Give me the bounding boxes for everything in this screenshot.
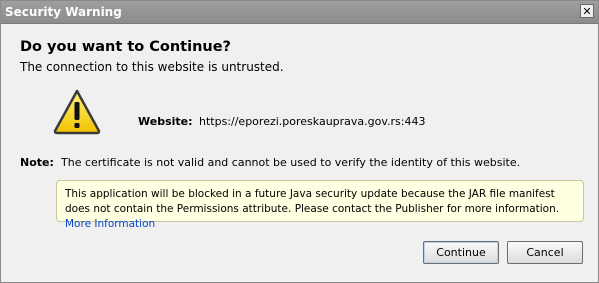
continue-button[interactable]: Continue (423, 241, 499, 264)
info-message-text: This application will be blocked in a fu… (65, 188, 560, 215)
website-url: https://eporezi.poreskauprava.gov.rs:443 (199, 115, 426, 128)
close-icon[interactable]: ✕ (580, 4, 594, 18)
dialog-heading: Do you want to Continue? (20, 39, 231, 55)
note-label: Note: (20, 156, 54, 169)
warning-triangle-icon (53, 89, 101, 135)
info-message-box: This application will be blocked in a fu… (56, 180, 584, 230)
security-warning-dialog: Security Warning ✕ Do you want to Contin… (0, 0, 599, 283)
title-bar[interactable]: Security Warning ✕ (1, 1, 598, 24)
website-label: Website: (138, 115, 193, 128)
cancel-button[interactable]: Cancel (507, 241, 583, 264)
window-title: Security Warning (5, 5, 122, 19)
more-information-link[interactable]: More Information (65, 218, 155, 230)
note-text: The certificate is not valid and cannot … (61, 156, 521, 169)
dialog-subheading: The connection to this website is untrus… (20, 60, 284, 74)
